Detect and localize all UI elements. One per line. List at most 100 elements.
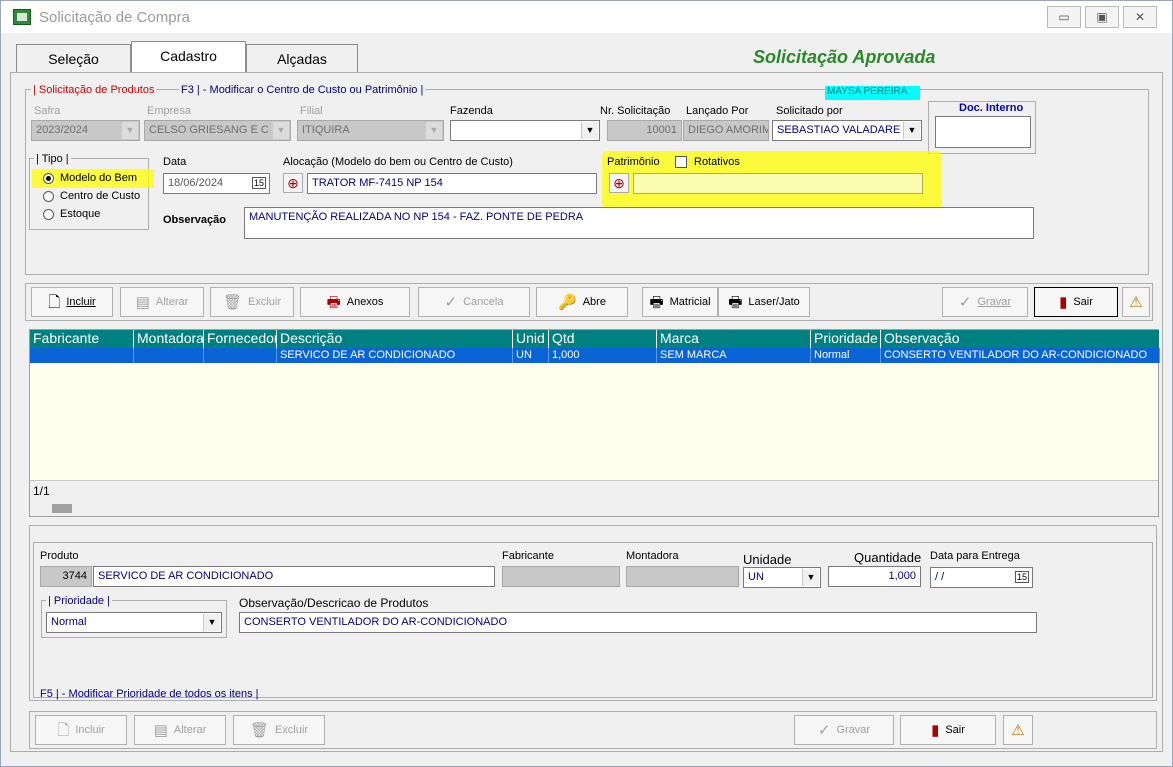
cancela-button[interactable]: ✓ Cancela (418, 287, 530, 317)
empresa-combo[interactable]: CELSO GRIESANG E C ▼ (144, 120, 291, 141)
calendar-icon[interactable]: 15 (251, 177, 266, 189)
col-header-observacao[interactable]: Observação (881, 330, 1160, 348)
unidade-combo[interactable]: UN ▼ (743, 567, 821, 588)
nr-solicitacao-label: Nr. Solicitação (600, 105, 671, 117)
radio-centro-de-custo[interactable] (43, 191, 54, 202)
items-grid[interactable]: Fabricante Montadora Fornecedor Descriçã… (29, 329, 1160, 517)
doc-interno-label: Doc. Interno (959, 102, 1024, 114)
table-cell[interactable] (134, 348, 204, 363)
prioridade-combo[interactable]: Normal ▼ (46, 612, 222, 633)
patrimonio-search-icon[interactable]: ⊕ (609, 173, 629, 193)
item-incluir-button[interactable]: 🗋 Incluir (35, 715, 127, 745)
observacao-textarea[interactable]: MANUTENÇÃO REALIZADA NO NP 154 - FAZ. PO… (244, 207, 1034, 239)
patrimonio-field[interactable] (633, 173, 923, 194)
exit-door-icon: ▮ (931, 721, 940, 739)
col-header-montadora[interactable]: Montadora (134, 330, 204, 348)
item-help-button[interactable]: ⚠ (1003, 715, 1033, 745)
patrimonio-label: Patrimônio (607, 156, 660, 168)
doc-interno-input[interactable] (935, 116, 1031, 148)
produto-code: 3744 (40, 566, 92, 587)
trash-icon: 🗑 (222, 293, 243, 311)
item-gravar-label: Gravar (836, 724, 871, 736)
unidade-label: Unidade (743, 552, 792, 567)
table-cell[interactable] (204, 348, 277, 363)
obs-produto-field[interactable]: CONSERTO VENTILADOR DO AR-CONDICIONADO (239, 612, 1037, 633)
alocacao-search-icon[interactable]: ⊕ (283, 173, 303, 193)
col-header-unid[interactable]: Unid (513, 330, 549, 348)
observacao-label: Observação (163, 214, 226, 226)
col-header-fornecedor[interactable]: Fornecedor (204, 330, 277, 348)
table-cell[interactable] (30, 348, 134, 363)
user-badge: MAYSA PEREIRA (825, 86, 920, 100)
horizontal-scrollbar-thumb[interactable] (52, 504, 72, 513)
alocacao-field[interactable]: TRATOR MF-7415 NP 154 (307, 173, 597, 194)
rotativos-checkbox[interactable] (675, 156, 687, 168)
safra-combo[interactable]: 2023/2024 ▼ (31, 120, 140, 141)
table-cell[interactable]: SEM MARCA (657, 348, 811, 363)
gravar-label: Gravar (977, 296, 1012, 308)
quantidade-field[interactable]: 1,000 (828, 566, 921, 587)
item-sair-label: Sair (945, 724, 965, 736)
sair-button[interactable]: ▮ Sair (1034, 287, 1118, 317)
obs-produto-label: Observação/Descricao de Produtos (239, 596, 429, 610)
produto-field[interactable]: SERVICO DE AR CONDICIONADO (93, 566, 495, 587)
radio-estoque[interactable] (43, 209, 54, 220)
anexos-label: Anexos (346, 296, 384, 308)
excluir-button[interactable]: 🗑 Excluir (210, 287, 294, 317)
col-header-prioridade[interactable]: Prioridade (811, 330, 881, 348)
tab-alcadas[interactable]: Alçadas (246, 44, 358, 72)
alocacao-label: Alocação (Modelo do bem ou Centro de Cus… (283, 156, 513, 168)
calendar-icon[interactable]: 15 (1014, 571, 1029, 583)
table-cell[interactable]: Normal (811, 348, 881, 363)
col-header-fabricante[interactable]: Fabricante (30, 330, 134, 348)
matricial-button[interactable]: 🖶 Matricial (642, 287, 718, 317)
abre-label: Abre (582, 296, 606, 308)
minimize-button[interactable]: ▭ (1047, 6, 1081, 28)
checkmark-icon: ✓ (444, 293, 458, 311)
title-bar: Solicitação de Compra ▭ ▣ ✕ (1, 1, 1172, 33)
fabricante-label: Fabricante (502, 550, 554, 562)
chevron-down-icon: ▼ (802, 569, 819, 586)
table-cell[interactable]: 1,000 (549, 348, 657, 363)
section-label: | Solicitação de Produtos (31, 84, 157, 96)
tab-cadastro[interactable]: Cadastro (131, 41, 246, 72)
abre-button[interactable]: 🔑 Abre (536, 287, 628, 317)
main-window: Solicitação de Compra ▭ ▣ ✕ Seleção Cada… (0, 0, 1173, 767)
item-alterar-button[interactable]: ▤ Alterar (134, 715, 226, 745)
data-field[interactable]: 18/06/2024 15 (163, 173, 270, 194)
col-header-descricao[interactable]: Descrição (277, 330, 513, 348)
quantidade-label: Quantidade (854, 550, 922, 565)
solicitado-por-value: SEBASTIAO VALADARE (777, 124, 901, 136)
gravar-button[interactable]: ✓ Gravar (942, 287, 1028, 317)
laser-jato-button[interactable]: 🖶 Laser/Jato (718, 287, 810, 317)
radio-modelo-do-bem[interactable] (43, 173, 54, 184)
trash-icon: 🗑 (249, 721, 270, 739)
data-value: 18/06/2024 (168, 177, 224, 189)
solicitado-por-combo[interactable]: SEBASTIAO VALADARE ▼ (772, 120, 922, 141)
help-icon: ⚠ (1011, 721, 1025, 739)
help-button[interactable]: ⚠ (1122, 287, 1150, 317)
maximize-button[interactable]: ▣ (1085, 6, 1119, 28)
table-cell[interactable]: SERVICO DE AR CONDICIONADO (277, 348, 513, 363)
radio-estoque-label: Estoque (60, 208, 101, 220)
safra-label: Safra (34, 105, 61, 117)
table-cell[interactable]: UN (513, 348, 549, 363)
col-header-qtd[interactable]: Qtd (549, 330, 657, 348)
table-cell[interactable]: CONSERTO VENTILADOR DO AR-CONDICIONADO (881, 348, 1160, 363)
new-document-icon: 🗋 (57, 721, 70, 739)
anexos-button[interactable]: 🖶 Anexos (300, 287, 410, 317)
alterar-button[interactable]: ▤ Alterar (120, 287, 204, 317)
item-excluir-button[interactable]: 🗑 Excluir (233, 715, 325, 745)
fazenda-combo[interactable]: ▼ (450, 120, 600, 141)
f3-hint: F3 | - Modificar o Centro de Custo ou Pa… (179, 84, 426, 96)
close-button[interactable]: ✕ (1123, 6, 1157, 28)
item-gravar-button[interactable]: ✓ Gravar (794, 715, 894, 745)
montadora-field (626, 566, 739, 587)
data-entrega-field[interactable]: / / 15 (930, 567, 1033, 588)
edit-icon: ▤ (135, 293, 150, 311)
item-sair-button[interactable]: ▮ Sair (900, 715, 996, 745)
col-header-marca[interactable]: Marca (657, 330, 811, 348)
filial-combo[interactable]: ITIQUIRA ▼ (297, 120, 444, 141)
incluir-button[interactable]: 🗋 Incluir (31, 287, 113, 317)
tab-selecao[interactable]: Seleção (16, 44, 131, 72)
